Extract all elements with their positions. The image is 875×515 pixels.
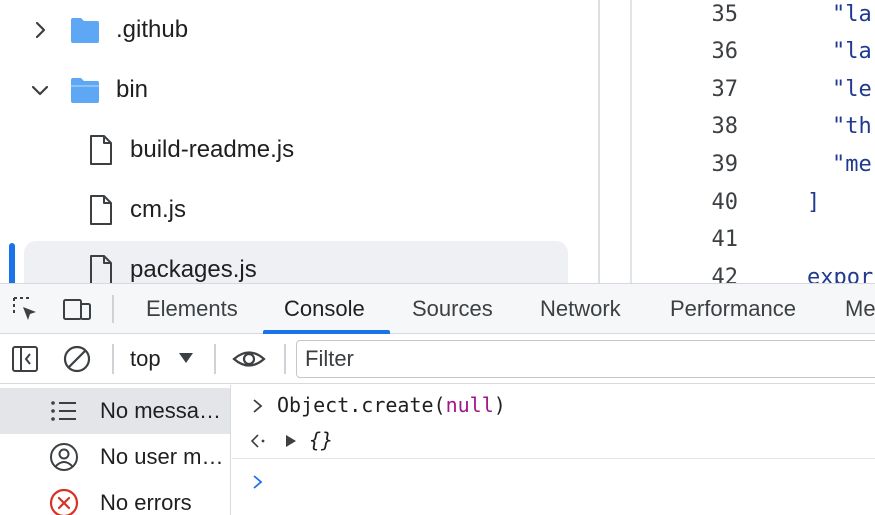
line-number: 37 [711, 77, 739, 102]
line-number: 40 [711, 190, 739, 215]
tree-item-cm[interactable]: cm.js [0, 181, 598, 239]
line-number: 41 [711, 227, 739, 252]
code-text: "le [832, 77, 872, 102]
code-line: 42 expor [632, 260, 875, 283]
list-icon [51, 401, 76, 421]
sidebar-toggle-icon[interactable] [10, 344, 40, 374]
tab-network[interactable]: Network [540, 284, 621, 334]
console-output-row: {} [232, 422, 875, 458]
devtools-tab-bar: Elements Console Sources Network Perform… [0, 283, 875, 334]
line-number: 36 [711, 39, 739, 64]
code-line: 39 "me [632, 147, 875, 183]
tree-item-label: cm.js [130, 196, 186, 223]
clear-console-icon[interactable] [62, 344, 92, 374]
console-prompt-row[interactable] [232, 463, 875, 499]
toolbar-divider [112, 344, 114, 374]
code-line: 41 [632, 222, 875, 258]
tab-performance[interactable]: Performance [670, 284, 796, 334]
console-log[interactable]: Object.create(null) {} [232, 385, 875, 515]
console-output-object[interactable]: {} [309, 422, 333, 458]
tab-memory[interactable]: Me [845, 284, 875, 334]
code-text: "la [832, 2, 872, 27]
code-text: "me [832, 152, 872, 177]
file-tree: .github bin build-readme.js cm.js packag… [0, 0, 598, 283]
user-icon [50, 443, 78, 471]
code-line: 37 "le [632, 72, 875, 108]
tree-item-label: bin [116, 76, 149, 103]
code-line: 36 "la [632, 34, 875, 70]
error-icon [49, 488, 79, 515]
tree-item-packages[interactable]: packages.js [0, 241, 598, 283]
code-line: 35 "la [632, 0, 875, 33]
selection-indicator [9, 243, 15, 283]
tree-item-github[interactable]: .github [0, 1, 598, 59]
tree-item-label: build-readme.js [130, 136, 295, 163]
context-value: top [130, 346, 161, 371]
log-divider [232, 458, 875, 459]
tree-item-bin[interactable]: bin [0, 61, 598, 119]
code-paren: ) [493, 393, 506, 417]
folder-icon [71, 18, 99, 43]
sidebar-item-user-messages[interactable]: No user m… [0, 434, 230, 480]
pane-resizer[interactable] [598, 0, 600, 283]
chevron-down-icon[interactable] [30, 80, 50, 100]
code-line: 38 "th [632, 109, 875, 145]
line-number: 39 [711, 152, 739, 177]
folder-open-icon [71, 78, 99, 103]
code-fn: Object.create( [277, 393, 446, 417]
code-text: expor [807, 265, 874, 283]
console-input-text: Object.create(null) [277, 387, 506, 423]
prompt-chevron-icon [253, 475, 263, 489]
filter-input[interactable] [296, 340, 875, 378]
expand-triangle-icon[interactable] [285, 434, 297, 448]
code-editor[interactable]: 35 "la 36 "la 37 "le 38 "th 39 "me 40 ] … [630, 0, 875, 283]
line-number: 38 [711, 114, 739, 139]
device-toolbar-icon[interactable] [62, 294, 92, 324]
tree-item-label: .github [116, 16, 189, 43]
dropdown-arrow-icon [179, 353, 193, 363]
live-expression-eye-icon[interactable] [232, 344, 266, 374]
toolbar-divider [284, 344, 286, 374]
line-number: 35 [711, 2, 739, 27]
file-icon [90, 255, 112, 283]
code-line: 40 ] [632, 185, 875, 221]
sidebar-item-label: No messa… [100, 398, 222, 423]
console-input-row: Object.create(null) [232, 387, 875, 423]
sidebar-item-messages[interactable]: No messa… [0, 388, 230, 434]
file-icon [90, 135, 112, 165]
code-text: ] [807, 190, 821, 215]
line-number: 42 [711, 265, 739, 283]
console-toolbar: top [0, 334, 875, 384]
file-icon [90, 195, 112, 225]
chevron-right-icon[interactable] [30, 20, 50, 40]
toolbar-divider [214, 344, 216, 374]
context-selector[interactable]: top [130, 334, 193, 384]
sidebar-item-errors[interactable]: No errors [0, 480, 230, 515]
code-text: "th [832, 114, 872, 139]
inspect-element-icon[interactable] [10, 294, 40, 324]
output-return-icon [250, 434, 265, 448]
input-prompt-icon [253, 399, 263, 413]
tab-console[interactable]: Console [284, 284, 365, 334]
workspace-pane: .github bin build-readme.js cm.js packag… [0, 0, 875, 283]
tab-elements[interactable]: Elements [146, 284, 238, 334]
sidebar-item-label: No errors [100, 490, 192, 515]
console-sidebar: No messa… No user m… No errors [0, 385, 231, 515]
code-text: "la [832, 39, 872, 64]
tab-sources[interactable]: Sources [412, 284, 493, 334]
toolbar-divider [112, 295, 114, 323]
tree-item-build-readme[interactable]: build-readme.js [0, 121, 598, 179]
tree-item-label: packages.js [130, 256, 257, 283]
code-keyword: null [445, 393, 494, 417]
sidebar-item-label: No user m… [100, 444, 224, 469]
